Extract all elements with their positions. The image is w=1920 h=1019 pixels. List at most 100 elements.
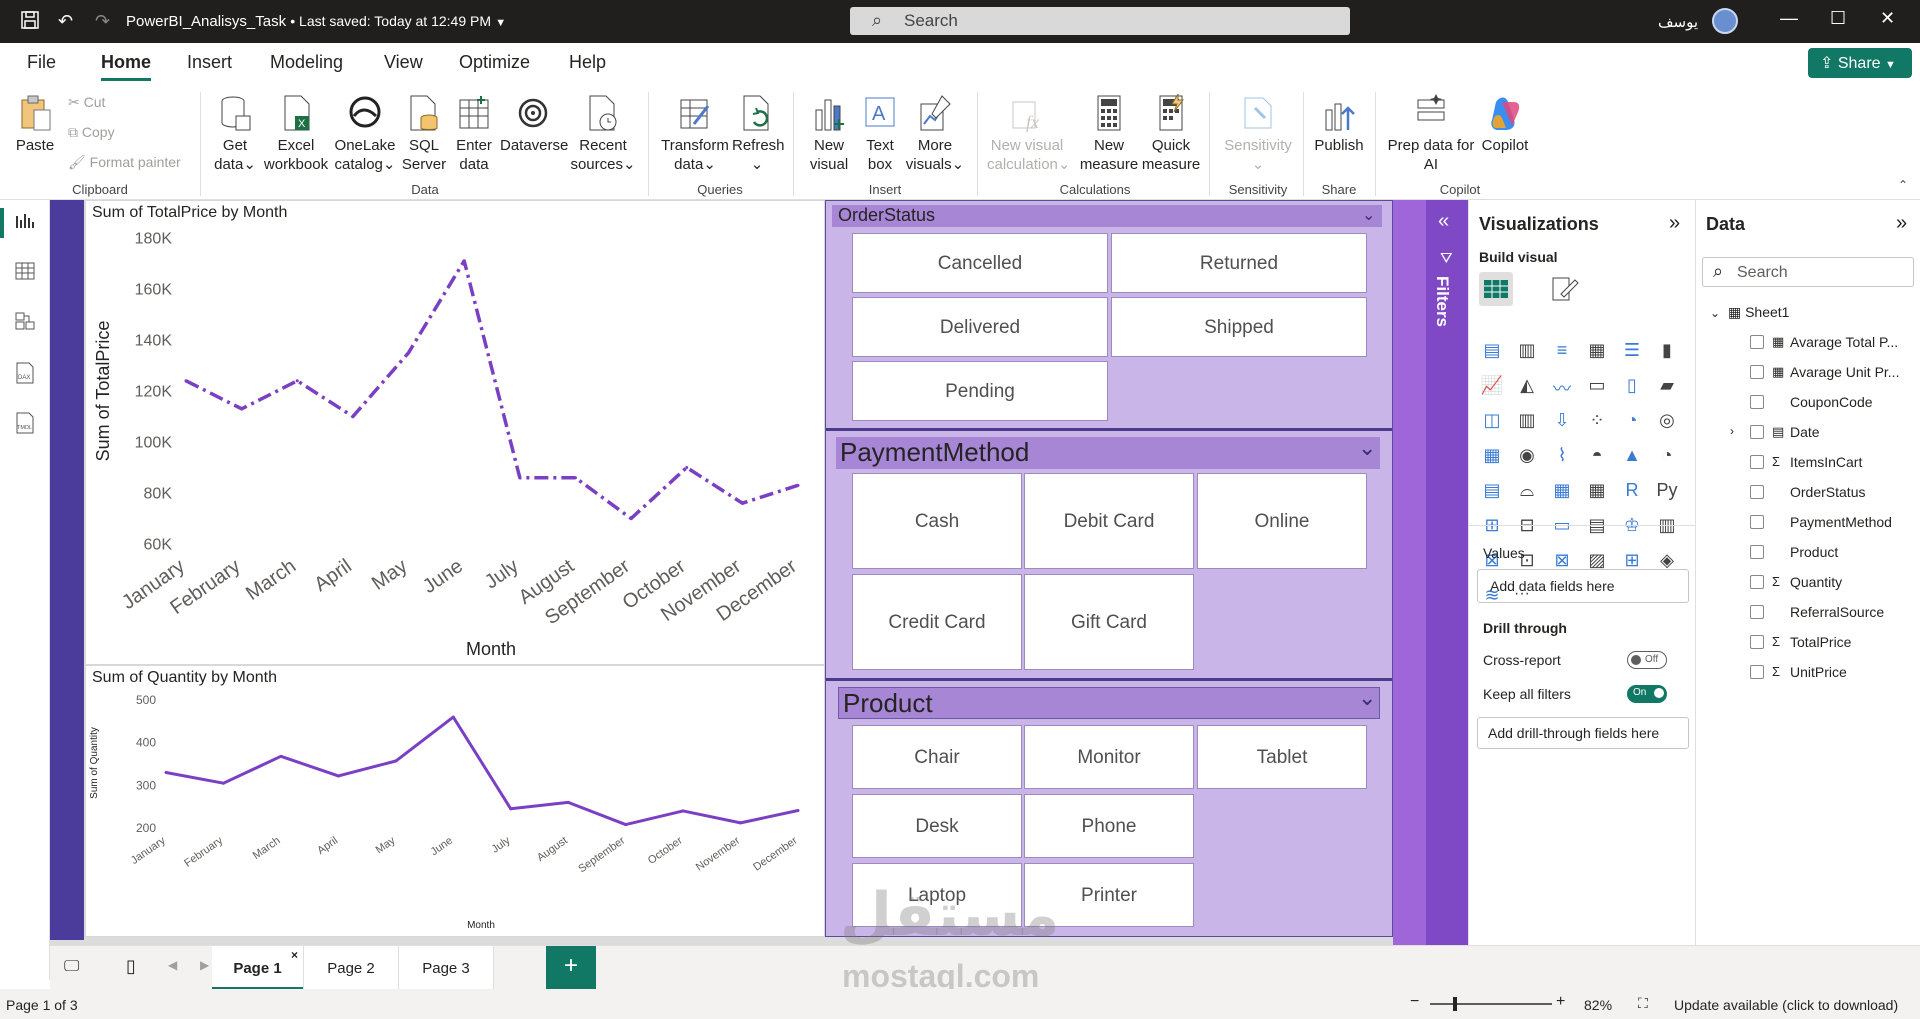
matrix-icon[interactable]: ▦ [1584, 480, 1610, 504]
qa-icon[interactable]: ▭ [1549, 515, 1575, 539]
stacked-bar-100-icon[interactable]: ☰ [1619, 340, 1645, 364]
cross-report-toggle[interactable]: Off [1627, 651, 1667, 669]
update-notice[interactable]: Update available (click to download) [1674, 997, 1898, 1013]
report-view-icon[interactable] [12, 212, 38, 236]
collapse-data-icon[interactable]: » [1896, 212, 1907, 235]
next-page-icon[interactable]: ▶ [200, 958, 209, 972]
table-sheet1[interactable]: ⌄ ▦ Sheet1 [1710, 304, 1789, 321]
more-visuals-button[interactable]: More visuals⌄ [905, 94, 965, 174]
maximize-icon[interactable]: ☐ [1830, 8, 1846, 29]
chart-quantity-by-month[interactable]: Sum of Quantity by Month 200 300 400 500 Jan… [85, 665, 825, 937]
values-drop-well[interactable]: Add data fields here [1477, 569, 1689, 603]
slicer-item-debit-card[interactable]: Debit Card [1024, 473, 1194, 569]
menu-modeling[interactable]: Modeling [270, 52, 343, 73]
slicer-item-monitor[interactable]: Monitor [1024, 725, 1194, 789]
slicer-item-online[interactable]: Online [1197, 473, 1367, 569]
map-icon[interactable]: ▦ [1479, 445, 1505, 469]
chart-totalprice-by-month[interactable]: Sum of TotalPrice by Month 60K 80K 100K 120… [85, 200, 825, 665]
text-box-button[interactable]: A Text box [857, 94, 903, 174]
copy-button[interactable]: ⧉ Copy [68, 124, 115, 141]
chevron-down-icon[interactable]: ⌄ [1710, 306, 1720, 320]
zoom-in-icon[interactable]: + [1556, 993, 1565, 1011]
area-icon[interactable]: ◭ [1514, 375, 1540, 399]
azure-map-icon[interactable]: ⌇ [1549, 445, 1575, 469]
redo-icon[interactable]: ↷ [95, 10, 110, 32]
gauge-icon[interactable]: ◓ [1584, 445, 1610, 469]
python-visual-icon[interactable]: Py [1654, 480, 1680, 504]
menu-insert[interactable]: Insert [187, 52, 232, 73]
cut-button[interactable]: ✂ Cut [68, 94, 105, 111]
field-item[interactable]: ▦ Avarage Unit Pr... [1750, 364, 1920, 384]
sql-server-button[interactable]: SQL Server [400, 94, 448, 174]
field-item[interactable]: Σ ItemsInCart [1750, 454, 1920, 474]
field-item[interactable]: Σ TotalPrice [1750, 634, 1920, 654]
recent-sources-button[interactable]: Recent sources⌄ [568, 94, 638, 174]
prev-page-icon[interactable]: ◀ [168, 958, 177, 972]
slicer-item-gift-card[interactable]: Gift Card [1024, 574, 1194, 670]
field-checkbox[interactable] [1750, 425, 1764, 439]
stacked-bar-icon[interactable]: ▤ [1479, 340, 1505, 364]
chevron-down-icon[interactable]: ⌄ [1358, 685, 1376, 711]
transform-data-button[interactable]: Transform data⌄ [658, 94, 732, 174]
excel-workbook-button[interactable]: X Excel workbook [262, 94, 330, 174]
slicer-item-cash[interactable]: Cash [852, 473, 1022, 569]
slicer-item-phone[interactable]: Phone [1024, 794, 1194, 858]
close-icon[interactable]: × [291, 948, 298, 962]
clustered-bar-icon[interactable]: ≡ [1549, 340, 1575, 364]
line-clustered-column-icon[interactable]: ▯ [1619, 375, 1645, 399]
stacked-column-100-icon[interactable]: ▮ [1654, 340, 1680, 364]
r-visual-icon[interactable]: R [1619, 480, 1645, 504]
field-checkbox[interactable] [1750, 665, 1764, 679]
refresh-button[interactable]: Refresh ⌄ [732, 94, 785, 174]
field-checkbox[interactable] [1750, 365, 1764, 379]
field-item[interactable]: OrderStatus [1750, 484, 1920, 504]
format-visual-tab[interactable] [1547, 272, 1581, 306]
undo-icon[interactable]: ↶ [58, 10, 73, 32]
avatar[interactable] [1712, 8, 1738, 34]
onelake-catalog-button[interactable]: OneLake catalog⌄ [332, 94, 398, 174]
table-view-icon[interactable] [12, 262, 38, 286]
slicer-item-cancelled[interactable]: Cancelled [852, 233, 1108, 293]
copilot-button[interactable]: Copilot [1477, 94, 1533, 155]
mobile-layout-icon[interactable]: ▯ [126, 956, 136, 977]
filters-pane-collapsed[interactable]: « ⛛ Filters [1426, 200, 1468, 945]
publish-button[interactable]: Publish [1313, 94, 1365, 155]
stacked-area-icon[interactable]: 〰 [1549, 375, 1575, 399]
field-checkbox[interactable] [1750, 395, 1764, 409]
enter-data-button[interactable]: Enter data [450, 94, 498, 174]
slicer-item-pending[interactable]: Pending [852, 361, 1108, 421]
slicer-item-chair[interactable]: Chair [852, 725, 1022, 789]
share-button[interactable]: ⇪ Share ▼ [1808, 48, 1912, 78]
build-visual-tab[interactable] [1479, 272, 1513, 306]
new-visual-calculation-button[interactable]: fx New visual calculation⌄ [987, 94, 1070, 174]
line-stacked-column-icon[interactable]: ▭ [1584, 375, 1610, 399]
fit-to-page-icon[interactable]: ⛶ [1638, 995, 1648, 1012]
field-item[interactable]: Product [1750, 544, 1920, 564]
donut-icon[interactable]: ◔ [1619, 410, 1645, 434]
data-search-input[interactable]: ⌕ Search [1702, 257, 1914, 287]
line-icon[interactable]: 📈 [1479, 375, 1505, 399]
slicer-item-returned[interactable]: Returned [1111, 233, 1367, 293]
paste-button[interactable]: Paste [12, 94, 58, 155]
menu-file[interactable]: File [27, 52, 56, 73]
drill-through-drop-well[interactable]: Add drill-through fields here [1477, 717, 1689, 749]
sensitivity-button[interactable]: Sensitivity ⌄ [1219, 94, 1297, 174]
funnel-icon[interactable]: ▥ [1514, 410, 1540, 434]
clustered-column-icon[interactable]: ▦ [1584, 340, 1610, 364]
file-title[interactable]: PowerBI_Analisys_Task • Last saved: Toda… [126, 13, 506, 30]
field-item[interactable]: Σ Quantity [1750, 574, 1920, 594]
slicer-item-shipped[interactable]: Shipped [1111, 297, 1367, 357]
dataverse-button[interactable]: Dataverse [500, 94, 568, 155]
kpi-icon[interactable]: ▤ [1479, 480, 1505, 504]
treemap-icon[interactable]: ◎ [1654, 410, 1680, 434]
field-item[interactable]: CouponCode [1750, 394, 1920, 414]
field-item[interactable]: ReferralSource [1750, 604, 1920, 624]
metrics-icon[interactable]: ♔ [1619, 515, 1645, 539]
slicer-icon[interactable]: ⌓ [1514, 480, 1540, 504]
paginated-icon[interactable]: ▥ [1654, 515, 1680, 539]
field-checkbox[interactable] [1750, 515, 1764, 529]
get-data-button[interactable]: Get data⌄ [210, 94, 260, 174]
smart-narrative-icon[interactable]: ▤ [1584, 515, 1610, 539]
filled-map-icon[interactable]: ◉ [1514, 445, 1540, 469]
decomposition-tree-icon[interactable]: ⊟ [1514, 515, 1540, 539]
